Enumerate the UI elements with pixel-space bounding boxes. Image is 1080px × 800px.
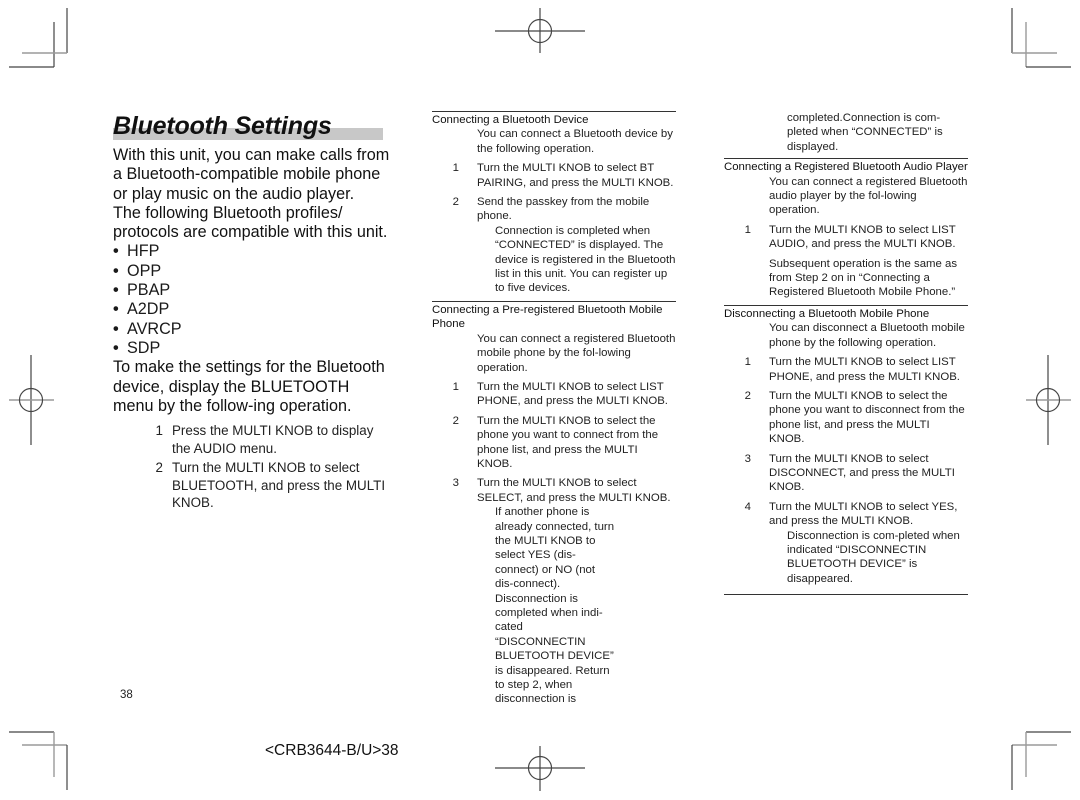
step-item: 1 Turn the MULTI KNOB to select BT PAIRIN…	[452, 162, 674, 189]
bullet-icon: •	[113, 281, 119, 300]
profile-list: • HFP • OPP • PBAP • A2DP • AVRCP • SDP	[113, 242, 393, 358]
section-heading: Connecting a Registered Bluetooth Audio …	[724, 161, 968, 174]
bullet-icon: •	[113, 242, 119, 261]
intro-paragraph: With this unit, you can make calls from …	[113, 146, 390, 203]
step-note: If another phone is already connected, t…	[495, 506, 615, 706]
section-connect-audio: Connecting a Registered Bluetooth Audio …	[724, 158, 968, 300]
step-item: 1 Turn the MULTI KNOB to select LIST PHON…	[452, 380, 668, 408]
crop-mark-top-right-icon	[1011, 8, 1071, 68]
step-item: 2 Turn the MULTI KNOB to select BLUETOOTH…	[155, 460, 386, 511]
registration-mark-right-icon	[1026, 355, 1071, 445]
step-item: 2 Turn the MULTI KNOB to select the phone…	[452, 414, 659, 470]
profile-item: • SDP	[113, 338, 161, 357]
step-note: Connection is completed when “CONNECTED”…	[495, 224, 676, 295]
profile-item: • AVRCP	[113, 319, 182, 338]
section-connect-device: Connecting a Bluetooth Device You can co…	[432, 111, 676, 296]
profile-item: • OPP	[113, 261, 162, 280]
crop-mark-bottom-right-icon	[1011, 731, 1071, 790]
document-code: <CRB3644-B/U>38	[265, 742, 399, 759]
menu-steps: 1 Press the MULTI KNOB to display the AUD…	[113, 422, 393, 512]
crop-mark-top-left-icon	[9, 8, 68, 68]
step-item: 2 Turn the MULTI KNOB to select the phone…	[744, 389, 965, 446]
section-intro: You can connect a registered Bluetooth a…	[769, 175, 968, 217]
registration-mark-left-icon	[9, 355, 54, 445]
section-connect-preregistered: Connecting a Pre-registered Bluetooth Mo…	[432, 300, 676, 707]
section-intro: You can connect a Bluetooth device by th…	[477, 128, 673, 155]
step-item: 1 Turn the MULTI KNOB to select LIST AUDI…	[744, 223, 956, 251]
step-item: 1 Press the MULTI KNOB to display the AUD…	[155, 423, 374, 456]
page-title: Bluetooth Settings	[113, 112, 332, 140]
section-heading: Disconnecting a Bluetooth Mobile Phone	[724, 307, 930, 320]
section-intro: You can disconnect a Bluetooth mobile ph…	[769, 322, 965, 349]
bullet-icon: •	[113, 300, 119, 319]
step-item: 1 Turn the MULTI KNOB to select LIST PHON…	[744, 356, 960, 383]
menu-intro: To make the settings for the Bluetooth d…	[113, 358, 385, 415]
intro-column: With this unit, you can make calls from …	[113, 146, 393, 514]
step-note-continued: completed.Connection is com-pleted when …	[787, 112, 943, 153]
right-column: completed.Connection is com-pleted when …	[724, 111, 968, 596]
registration-mark-bottom-icon	[495, 746, 585, 791]
title-block: Bluetooth Settings	[113, 111, 383, 147]
step-note: Disconnection is com-pleted when indicat…	[787, 529, 960, 585]
section-disconnect-phone: Disconnecting a Bluetooth Mobile Phone Y…	[724, 304, 968, 586]
step-item: 4 Turn the MULTI KNOB to select YES, and …	[744, 500, 958, 528]
bullet-icon: •	[113, 261, 119, 280]
step-item: 3 Turn the MULTI KNOB to select DISCONNEC…	[744, 452, 955, 494]
step-item: 2 Send the passkey from the mobile phone.	[452, 196, 650, 223]
profile-item: • HFP	[113, 242, 160, 261]
profile-item: • PBAP	[113, 281, 171, 300]
profile-item: • A2DP	[113, 300, 170, 319]
step-item: 3 Turn the MULTI KNOB to select SELECT, a…	[452, 477, 671, 504]
crop-mark-bottom-left-icon	[9, 731, 68, 790]
bullet-icon: •	[113, 338, 119, 357]
section-note: Subsequent operation is the same as from…	[769, 257, 958, 299]
middle-column: Connecting a Bluetooth Device You can co…	[432, 111, 676, 712]
section-heading: Connecting a Pre-registered Bluetooth Mo…	[432, 303, 663, 331]
bullet-icon: •	[113, 319, 119, 338]
section-end-rule	[724, 594, 968, 596]
profiles-intro: The following Bluetooth profiles/ protoc…	[113, 203, 388, 242]
section-heading: Connecting a Bluetooth Device	[432, 114, 589, 126]
page-number: 38	[120, 689, 133, 701]
section-intro: You can connect a registered Bluetooth m…	[477, 332, 676, 374]
registration-mark-top-icon	[495, 8, 585, 53]
